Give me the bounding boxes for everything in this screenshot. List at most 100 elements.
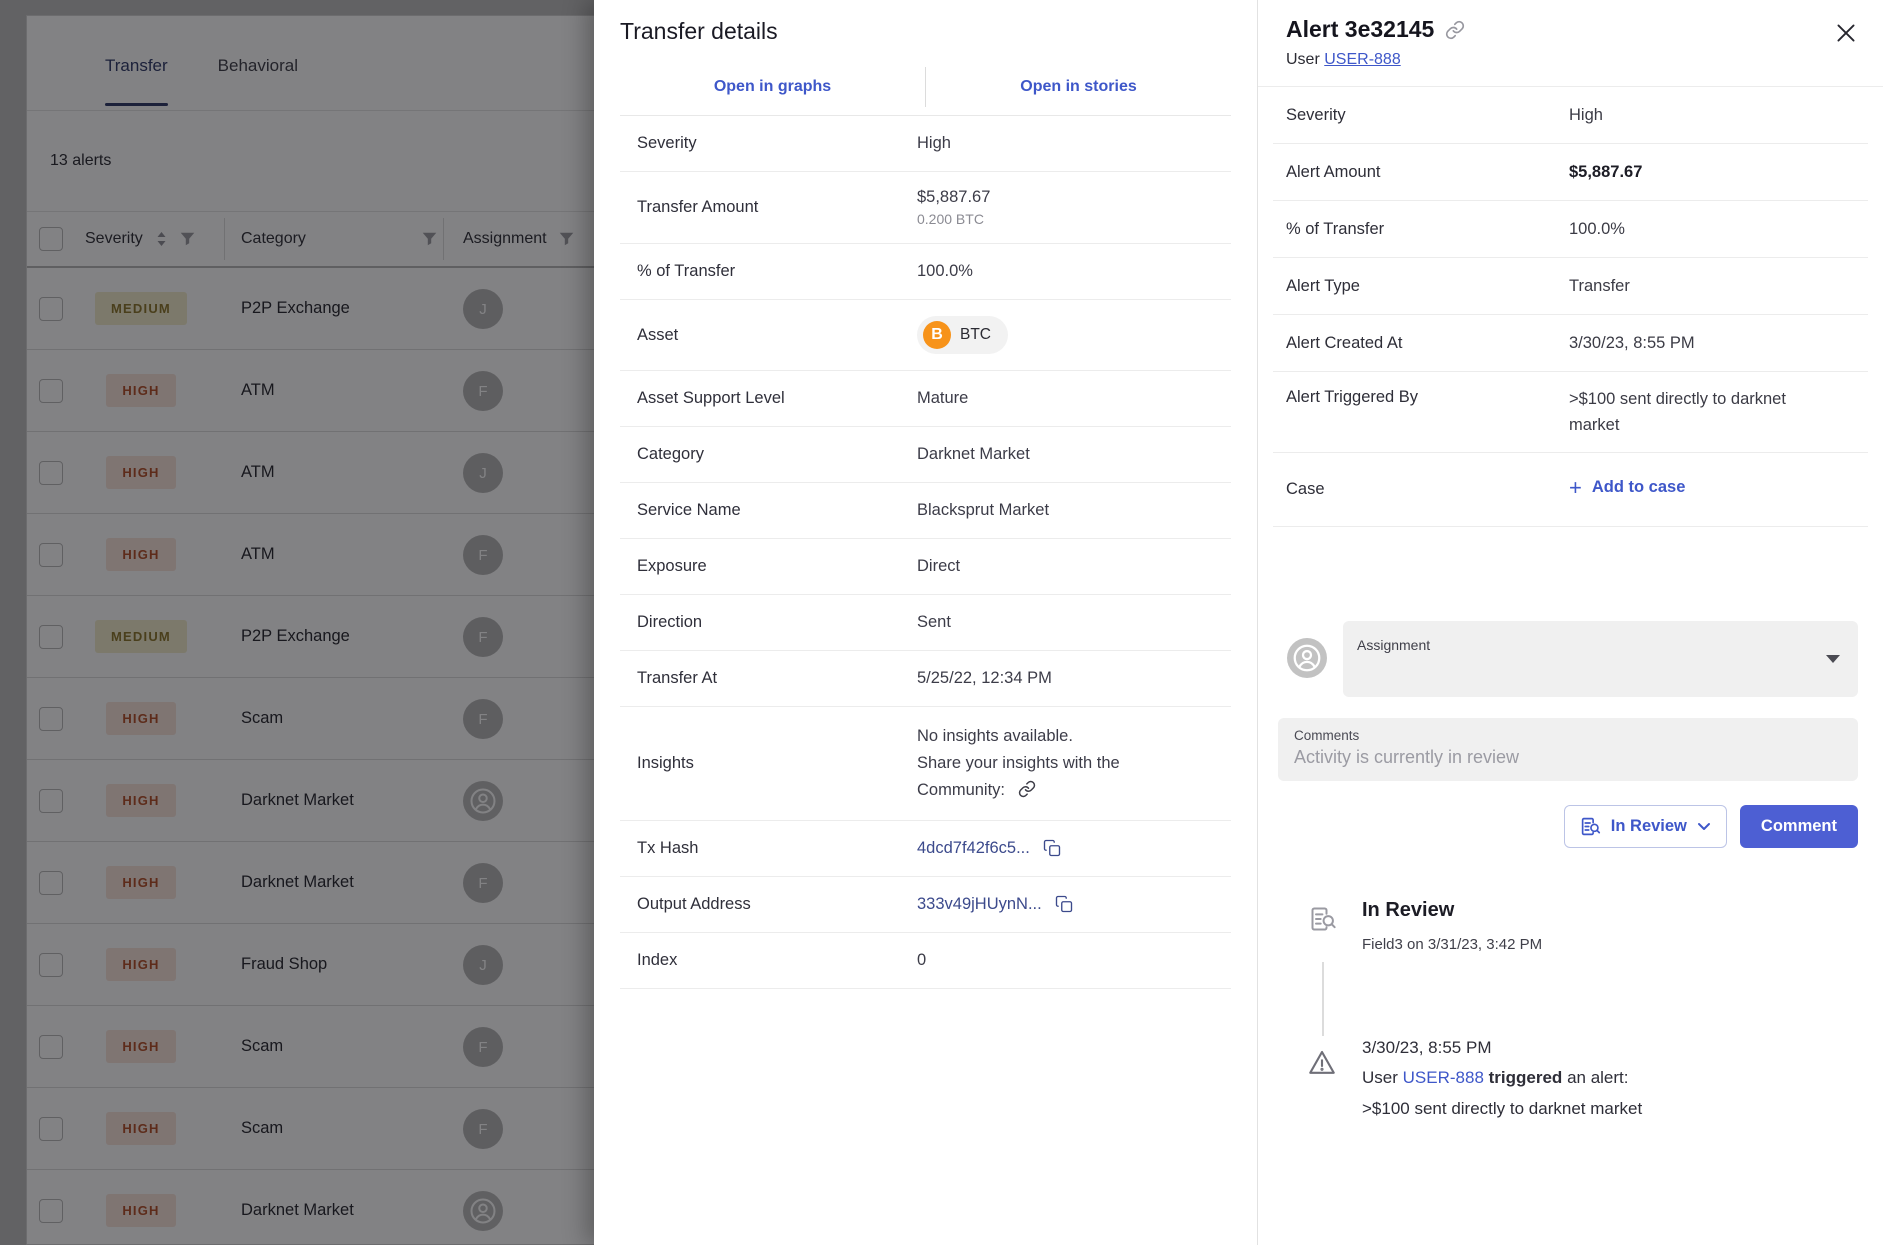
alert-row-pct: % of Transfer 100.0% <box>1273 201 1868 258</box>
community-link-icon[interactable] <box>1018 780 1036 798</box>
comments-input[interactable]: Comments Activity is currently in review <box>1278 718 1858 781</box>
alert-title: Alert 3e32145 <box>1286 16 1434 43</box>
comments-placeholder: Activity is currently in review <box>1294 747 1842 768</box>
detail-row-asset-support-level: Asset Support Level Mature <box>620 371 1231 427</box>
close-button[interactable] <box>1833 20 1859 46</box>
insights-line: Share your insights with the <box>917 750 1120 777</box>
field-label: % of Transfer <box>1286 220 1569 239</box>
in-review-timeline-icon <box>1309 905 1337 933</box>
field-value: 3/30/23, 8:55 PM <box>1569 330 1824 356</box>
amount-crypto: 0.200 BTC <box>917 211 990 227</box>
field-label: Insights <box>637 754 917 773</box>
field-label: Severity <box>637 134 917 153</box>
comment-button[interactable]: Comment <box>1740 805 1858 848</box>
copy-icon[interactable] <box>1055 895 1073 913</box>
timeline-alert-description: >$100 sent directly to darknet market <box>1362 1099 1642 1119</box>
field-label: Alert Created At <box>1286 334 1569 353</box>
assignment-avatar-icon <box>1287 638 1327 678</box>
insights-line: No insights available. <box>917 723 1120 750</box>
user-link[interactable]: USER-888 <box>1403 1068 1484 1087</box>
transfer-details-list: Severity High Transfer Amount $5,887.67 … <box>620 115 1231 989</box>
add-to-case-label: Add to case <box>1592 478 1686 497</box>
field-value: Blacksprut Market <box>917 501 1049 520</box>
tx-hash-link[interactable]: 4dcd7f42f6c5... <box>917 839 1030 857</box>
alert-permalink-icon[interactable] <box>1445 20 1465 40</box>
alert-fields-list: Severity High Alert Amount $5,887.67 % o… <box>1273 87 1868 527</box>
chevron-down-icon <box>1826 655 1840 663</box>
alert-triangle-icon <box>1307 1048 1337 1078</box>
bitcoin-icon: B <box>923 321 951 349</box>
field-label: Asset Support Level <box>637 389 917 408</box>
alert-row-triggered-by: Alert Triggered By >$100 sent directly t… <box>1273 372 1868 453</box>
app-screen: Transfer Behavioral 13 alerts Severity C… <box>0 0 1883 1245</box>
copy-icon[interactable] <box>1043 839 1061 857</box>
detail-row-index: Index 0 <box>620 933 1231 989</box>
field-label: % of Transfer <box>637 262 917 281</box>
field-label: Category <box>637 445 917 464</box>
timeline-connector <box>1322 962 1324 1036</box>
field-label: Index <box>637 951 917 970</box>
alert-row-severity: Severity High <box>1273 87 1868 144</box>
field-value: Mature <box>917 389 968 408</box>
field-value: 100.0% <box>917 262 973 281</box>
assignment-select[interactable]: Assignment <box>1343 621 1858 697</box>
field-value: Darknet Market <box>917 445 1030 464</box>
field-label: Output Address <box>637 895 917 914</box>
detail-row-transfer-at: Transfer At 5/25/22, 12:34 PM <box>620 651 1231 707</box>
asset-chip: B BTC <box>917 316 1008 354</box>
user-label: User <box>1286 51 1320 68</box>
status-dropdown-button[interactable]: In Review <box>1564 805 1727 848</box>
field-label: Asset <box>637 326 917 345</box>
field-label: Transfer At <box>637 669 917 688</box>
assignment-label: Assignment <box>1357 637 1430 653</box>
field-value: Direct <box>917 557 960 576</box>
field-label: Severity <box>1286 106 1569 125</box>
alert-row-amount: Alert Amount $5,887.67 <box>1273 144 1868 201</box>
asset-symbol: BTC <box>960 326 991 344</box>
field-value: $5,887.67 <box>1569 159 1824 185</box>
field-label: Case <box>1286 480 1569 499</box>
field-value: High <box>917 134 951 153</box>
field-label: Alert Type <box>1286 277 1569 296</box>
field-value: >$100 sent directly to darknet market <box>1569 386 1824 438</box>
detail-row-tx-hash: Tx Hash 4dcd7f42f6c5... <box>620 821 1231 877</box>
alert-row-created-at: Alert Created At 3/30/23, 8:55 PM <box>1273 315 1868 372</box>
comments-label: Comments <box>1294 728 1842 743</box>
detail-row-exposure: Exposure Direct <box>620 539 1231 595</box>
detail-row-service-name: Service Name Blacksprut Market <box>620 483 1231 539</box>
add-to-case-button[interactable]: + Add to case <box>1569 478 1685 497</box>
field-label: Transfer Amount <box>637 198 917 217</box>
detail-row-pct-of-transfer: % of Transfer 100.0% <box>620 244 1231 300</box>
close-icon <box>1833 20 1859 46</box>
timeline-alert-timestamp: 3/30/23, 8:55 PM <box>1362 1038 1491 1058</box>
field-label: Service Name <box>637 501 917 520</box>
status-label: In Review <box>1611 817 1687 836</box>
transfer-details-title: Transfer details <box>594 0 1257 45</box>
review-status-icon <box>1580 816 1601 837</box>
user-link[interactable]: USER-888 <box>1324 51 1400 68</box>
insights-line: Community: <box>917 781 1005 799</box>
field-label: Tx Hash <box>637 839 917 858</box>
detail-row-severity: Severity High <box>620 116 1231 172</box>
open-in-stories-link[interactable]: Open in stories <box>926 78 1231 96</box>
alert-row-type: Alert Type Transfer <box>1273 258 1868 315</box>
transfer-details-panel: Transfer details Open in graphs Open in … <box>594 0 1257 1245</box>
alert-panel: Alert 3e32145 User USER-888 Severity Hig… <box>1257 0 1883 1245</box>
transfer-actions: Open in graphs Open in stories <box>620 59 1231 115</box>
field-value: 5/25/22, 12:34 PM <box>917 669 1052 688</box>
field-label: Alert Triggered By <box>1286 386 1569 407</box>
amount-usd: $5,887.67 <box>917 188 990 207</box>
timeline-status-meta: Field3 on 3/31/23, 3:42 PM <box>1362 936 1542 953</box>
output-address-link[interactable]: 333v49jHUynN... <box>917 895 1042 913</box>
open-in-graphs-link[interactable]: Open in graphs <box>620 78 925 96</box>
detail-row-insights: Insights No insights available. Share yo… <box>620 707 1231 821</box>
detail-row-category: Category Darknet Market <box>620 427 1231 483</box>
chevron-down-icon <box>1697 822 1711 832</box>
field-value: Sent <box>917 613 951 632</box>
detail-row-output-address: Output Address 333v49jHUynN... <box>620 877 1231 933</box>
alert-row-case: Case + Add to case <box>1273 453 1868 527</box>
field-label: Alert Amount <box>1286 163 1569 182</box>
field-value: 100.0% <box>1569 216 1824 242</box>
plus-icon: + <box>1569 479 1582 497</box>
field-value: 0 <box>917 951 926 970</box>
